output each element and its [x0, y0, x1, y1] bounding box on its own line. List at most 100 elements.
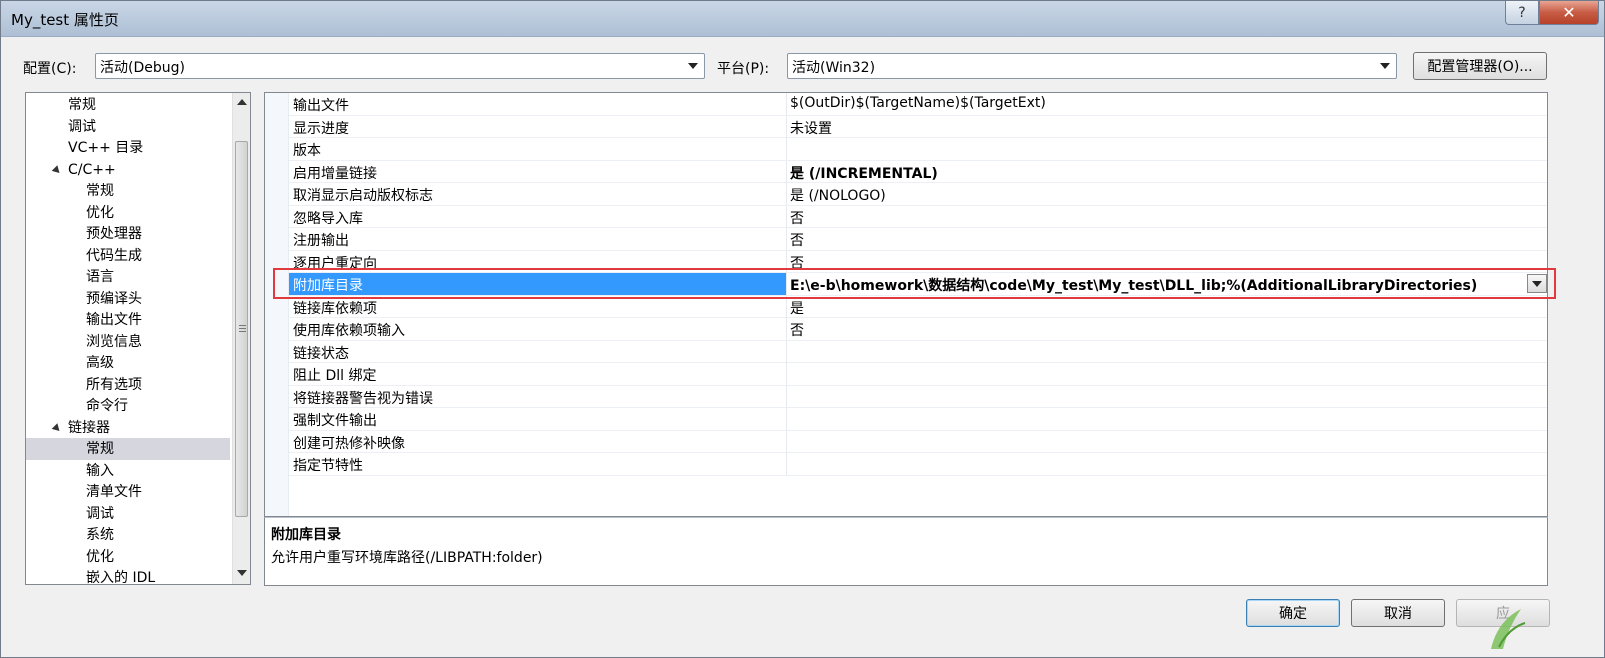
title-bar[interactable]: My_test 属性页 ? ✕	[1, 1, 1604, 37]
property-name: 将链接器警告视为错误	[293, 390, 433, 407]
property-row[interactable]: 链接状态	[289, 340, 1547, 363]
property-name: 输出文件	[293, 98, 349, 114]
property-name: 附加库目录	[293, 278, 363, 294]
property-name: 取消显示启动版权标志	[293, 188, 433, 204]
cancel-button[interactable]: 取消	[1351, 599, 1445, 627]
property-value: 否	[790, 210, 804, 227]
tree-item-label: 优化	[86, 204, 114, 221]
scroll-down-icon[interactable]	[237, 570, 247, 576]
tree-item-label: 输出文件	[86, 312, 142, 328]
expand-triangle-icon[interactable]	[51, 422, 63, 434]
tree-item[interactable]: C/C++	[26, 159, 230, 181]
tree-item-label: 常规	[86, 441, 114, 457]
tree-item[interactable]: 预处理器	[26, 223, 230, 245]
window-title: My_test 属性页	[11, 11, 119, 29]
property-value[interactable]: E:\e-b\homework\数据结构\code\My_test\My_tes…	[790, 275, 1477, 295]
property-row[interactable]: 附加库目录 E:\e-b\homework\数据结构\code\My_test\M…	[289, 273, 1547, 296]
chevron-down-icon	[688, 63, 698, 69]
leaf-logo-icon	[1491, 609, 1526, 649]
property-row[interactable]: 输出文件 $(OutDir)$(TargetName)$(TargetExt)	[289, 93, 1547, 116]
property-row[interactable]: 强制文件输出	[289, 408, 1547, 431]
property-row[interactable]: 使用库依赖项输入 否	[289, 318, 1547, 341]
property-row[interactable]: 链接库依赖项 是	[289, 295, 1547, 318]
tree-item-label: 常规	[68, 97, 96, 113]
tree-item-label: 常规	[86, 183, 114, 199]
tree-item[interactable]: 输出文件	[26, 309, 230, 331]
tree-item-label: 清单文件	[86, 484, 142, 500]
tree-item[interactable]: 浏览信息	[26, 331, 230, 353]
property-row[interactable]: 显示进度 未设置	[289, 115, 1547, 138]
tree-item[interactable]: 系统	[26, 524, 230, 546]
tree-item[interactable]: 代码生成	[26, 245, 230, 267]
tree-item-label: 输入	[86, 462, 114, 479]
config-value: 活动(Debug)	[100, 60, 185, 76]
tree-item-label: 代码生成	[86, 247, 142, 264]
value-dropdown-button[interactable]	[1527, 274, 1547, 293]
platform-label: 平台(P):	[717, 61, 770, 77]
tree-item[interactable]: 链接器	[26, 417, 230, 439]
property-name: 显示进度	[293, 120, 349, 137]
tree-item[interactable]: 所有选项	[26, 374, 230, 396]
property-row[interactable]: 取消显示启动版权标志 是 (/NOLOGO)	[289, 183, 1547, 206]
property-grid[interactable]: 输出文件 $(OutDir)$(TargetName)$(TargetExt) 显示…	[264, 92, 1548, 517]
tree-item-label: 链接器	[68, 419, 110, 436]
grid-gutter	[265, 93, 289, 516]
tree-item[interactable]: 输入	[26, 460, 230, 482]
chevron-down-icon	[1532, 281, 1542, 287]
config-dropdown[interactable]: 活动(Debug)	[95, 53, 705, 79]
close-button[interactable]: ✕	[1539, 1, 1599, 25]
tree-item-label: C/C++	[68, 161, 116, 178]
property-name: 强制文件输出	[293, 413, 377, 429]
tree-item[interactable]: 清单文件	[26, 481, 230, 503]
property-row[interactable]: 忽略导入库 否	[289, 205, 1547, 228]
tree-item[interactable]: 命令行	[26, 395, 230, 417]
property-value: $(OutDir)$(TargetName)$(TargetExt)	[790, 95, 1046, 111]
tree-item-label: 系统	[86, 527, 114, 543]
tree-item[interactable]: 预编译头	[26, 288, 230, 310]
scroll-up-icon[interactable]	[237, 99, 247, 105]
tree-scrollbar[interactable]	[232, 93, 250, 584]
platform-dropdown[interactable]: 活动(Win32)	[787, 53, 1397, 79]
tree-item[interactable]: 高级	[26, 352, 230, 374]
tree-item[interactable]: 调试	[26, 116, 230, 138]
tree-item-label: 预编译头	[86, 290, 142, 307]
property-row[interactable]: 启用增量链接 是 (/INCREMENTAL)	[289, 160, 1547, 183]
tree-item[interactable]: 嵌入的 IDL	[26, 567, 230, 585]
help-button[interactable]: ?	[1505, 1, 1539, 25]
property-row[interactable]: 阻止 Dll 绑定	[289, 363, 1547, 386]
property-name: 链接库依赖项	[293, 300, 377, 317]
config-manager-button[interactable]: 配置管理器(O)...	[1413, 52, 1547, 80]
property-name: 注册输出	[293, 233, 349, 249]
tree-item[interactable]: 调试	[26, 503, 230, 525]
property-row[interactable]: 指定节特性	[289, 453, 1547, 476]
property-value: 是 (/NOLOGO)	[790, 188, 886, 204]
property-value: 是 (/INCREMENTAL)	[790, 165, 938, 182]
tree-item[interactable]: 常规	[26, 438, 230, 460]
scroll-thumb[interactable]	[235, 141, 248, 517]
tree-item[interactable]: 优化	[26, 202, 230, 224]
property-value: 未设置	[790, 120, 832, 137]
tree-item[interactable]: VC++ 目录	[26, 137, 230, 159]
property-row[interactable]: 将链接器警告视为错误	[289, 385, 1547, 408]
tree-item-label: 浏览信息	[86, 333, 142, 350]
description-text: 允许用户重写环境库路径(/LIBPATH:folder)	[271, 550, 543, 566]
property-row[interactable]: 创建可热修补映像	[289, 430, 1547, 453]
tree-item[interactable]: 常规	[26, 180, 230, 202]
category-tree[interactable]: 常规 调试 VC++ 目录 C/C++ 常规 优化 预处理器 代码生成 语言 预编译头 输出文件 浏览…	[25, 92, 251, 585]
tree-item-label: VC++ 目录	[68, 140, 144, 156]
property-name: 启用增量链接	[293, 165, 377, 182]
property-name: 逐用户重定向	[293, 255, 377, 272]
expand-triangle-icon[interactable]	[51, 164, 63, 176]
ok-button[interactable]: 确定	[1246, 599, 1340, 627]
tree-item[interactable]: 常规	[26, 94, 230, 116]
description-panel: 附加库目录 允许用户重写环境库路径(/LIBPATH:folder)	[264, 517, 1548, 586]
tree-item[interactable]: 语言	[26, 266, 230, 288]
tree-item-label: 命令行	[86, 398, 128, 414]
property-row[interactable]: 版本	[289, 138, 1547, 161]
property-value: 否	[790, 233, 804, 249]
property-row[interactable]: 逐用户重定向 否	[289, 250, 1547, 273]
tree-item[interactable]: 优化	[26, 546, 230, 568]
tree-item-label: 嵌入的 IDL	[86, 570, 156, 585]
chevron-down-icon	[1380, 63, 1390, 69]
property-row[interactable]: 注册输出 否	[289, 228, 1547, 251]
